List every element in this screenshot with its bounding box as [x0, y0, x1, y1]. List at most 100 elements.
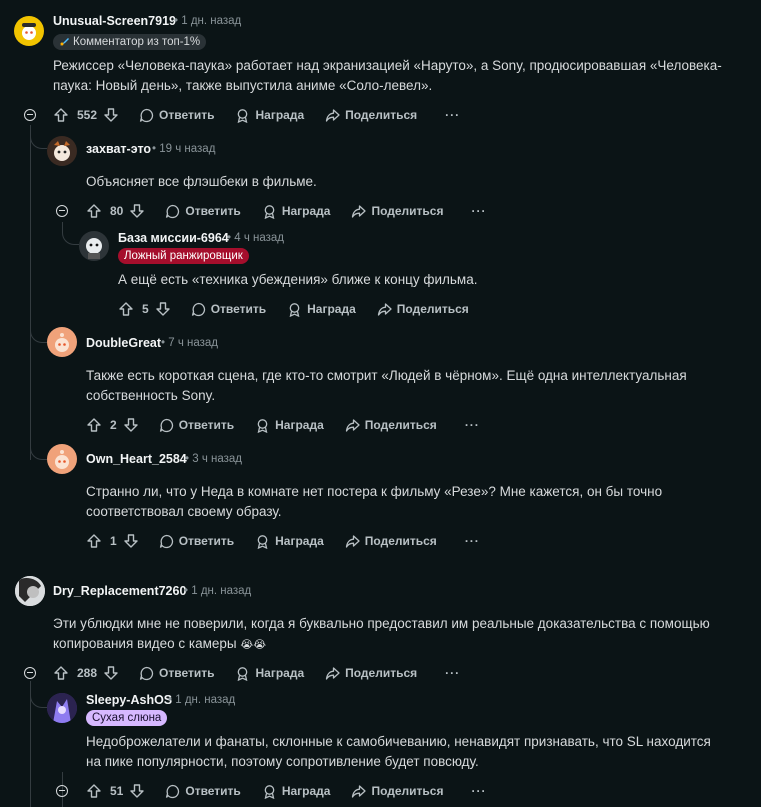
thread-branch [62, 222, 79, 245]
more-options-icon[interactable]: ··· [471, 204, 486, 218]
upvote-icon [119, 302, 133, 316]
share-icon [325, 108, 340, 122]
thread-line [30, 125, 31, 460]
comment-actions: 80 Ответить Награда Поделиться ··· [86, 201, 486, 221]
username[interactable]: Unusual-Screen7919 [53, 14, 176, 28]
downvote-button[interactable] [129, 203, 145, 219]
award-button[interactable]: Награда [262, 204, 330, 219]
award-button[interactable]: Награда [287, 302, 356, 317]
avatar-snoo-icon [22, 23, 36, 40]
avatar[interactable] [47, 327, 77, 357]
reply-button[interactable]: Ответить [165, 784, 241, 799]
reply-button[interactable]: Ответить [159, 534, 234, 549]
avatar[interactable] [47, 136, 77, 166]
share-icon [352, 204, 367, 218]
share-button[interactable]: Поделиться [345, 534, 437, 549]
downvote-icon [155, 302, 170, 316]
timestamp: • 19 ч назад [152, 143, 216, 155]
upvote-icon [54, 108, 68, 122]
more-options-icon[interactable]: ··· [445, 108, 460, 122]
downvote-button[interactable] [129, 783, 145, 799]
upvote-button[interactable] [86, 203, 102, 219]
share-button[interactable]: Поделиться [325, 666, 417, 681]
downvote-button[interactable] [123, 417, 139, 433]
reply-button[interactable]: Ответить [191, 302, 266, 317]
upvote-icon [54, 666, 68, 680]
collapse-button[interactable] [24, 109, 36, 121]
timestamp: • 4 ч назад [227, 232, 285, 244]
avatar-character-icon [47, 693, 77, 723]
crying-emoji: 😭😭 [240, 639, 267, 651]
upvote-button[interactable] [53, 665, 69, 681]
downvote-button[interactable] [103, 665, 119, 681]
username[interactable]: DoubleGreat [86, 336, 161, 350]
award-button[interactable]: Награда [235, 108, 304, 123]
award-button[interactable]: Награда [255, 418, 324, 433]
upvote-button[interactable] [53, 107, 69, 123]
comment-bubble-icon [166, 204, 180, 218]
comment-actions: 288 Ответить Награда Поделиться ··· [53, 663, 460, 683]
username[interactable]: Dry_Replacement7260 [53, 584, 186, 598]
username[interactable]: База миссии-6964 [118, 231, 229, 245]
award-button[interactable]: Награда [262, 784, 330, 799]
timestamp: • 7 ч назад [161, 337, 219, 349]
username[interactable]: Own_Heart_2584 [86, 452, 187, 466]
reply-button[interactable]: Ответить [139, 666, 214, 681]
award-button[interactable]: Награда [235, 666, 304, 681]
thread-branch [30, 437, 47, 460]
share-button[interactable]: Поделиться [351, 784, 443, 799]
award-icon [264, 204, 275, 219]
upvote-icon [87, 534, 101, 548]
upvote-button[interactable] [86, 417, 102, 433]
thread-branch [30, 681, 47, 708]
username[interactable]: Sleepy-AshOS [86, 693, 172, 707]
avatar-portrait-icon [15, 576, 45, 606]
avatar[interactable] [15, 576, 45, 606]
collapse-button[interactable] [56, 785, 68, 797]
collapse-button[interactable] [24, 667, 36, 679]
share-icon [345, 418, 360, 432]
more-options-icon[interactable]: ··· [465, 418, 480, 432]
share-icon [352, 784, 367, 798]
avatar[interactable] [47, 693, 77, 723]
rocket-icon [60, 38, 69, 46]
share-button[interactable]: Поделиться [377, 302, 469, 317]
reply-button[interactable]: Ответить [139, 108, 214, 123]
reply-button[interactable]: Ответить [159, 418, 234, 433]
award-button[interactable]: Награда [255, 534, 324, 549]
award-icon [289, 302, 300, 317]
downvote-button[interactable] [103, 107, 119, 123]
share-button[interactable]: Поделиться [351, 204, 443, 219]
reply-button[interactable]: Ответить [165, 204, 241, 219]
avatar[interactable] [14, 16, 44, 46]
award-icon [257, 534, 268, 549]
avatar[interactable] [79, 231, 109, 261]
upvote-button[interactable] [86, 533, 102, 549]
more-options-icon[interactable]: ··· [445, 666, 460, 680]
comment-body: Режиссер «Человека-паука» работает над э… [53, 58, 722, 93]
collapse-button[interactable] [56, 205, 68, 217]
comment-actions: 5 Ответить Награда Поделиться [118, 299, 469, 319]
more-options-icon[interactable]: ··· [471, 784, 486, 798]
comment-bubble-icon [159, 534, 173, 548]
vote-count: 552 [77, 108, 98, 122]
username[interactable]: захват-это [86, 142, 151, 156]
upvote-button[interactable] [86, 783, 102, 799]
comment-body: Также есть короткая сцена, где кто-то см… [86, 368, 687, 403]
share-icon [377, 302, 392, 316]
downvote-icon [104, 666, 118, 680]
vote-count: 51 [110, 784, 124, 798]
share-button[interactable]: Поделиться [325, 108, 417, 123]
comment-bubble-icon [191, 302, 205, 316]
downvote-icon [104, 108, 118, 122]
downvote-button[interactable] [155, 301, 171, 317]
upvote-icon [87, 204, 101, 218]
downvote-button[interactable] [123, 533, 139, 549]
avatar-snoo-icon [86, 238, 102, 259]
upvote-button[interactable] [118, 301, 134, 317]
comment-body: А ещё есть «техника убеждения» ближе к к… [118, 272, 478, 287]
more-options-icon[interactable]: ··· [465, 534, 480, 548]
share-button[interactable]: Поделиться [345, 418, 437, 433]
avatar[interactable] [47, 444, 77, 474]
downvote-icon [130, 784, 145, 798]
